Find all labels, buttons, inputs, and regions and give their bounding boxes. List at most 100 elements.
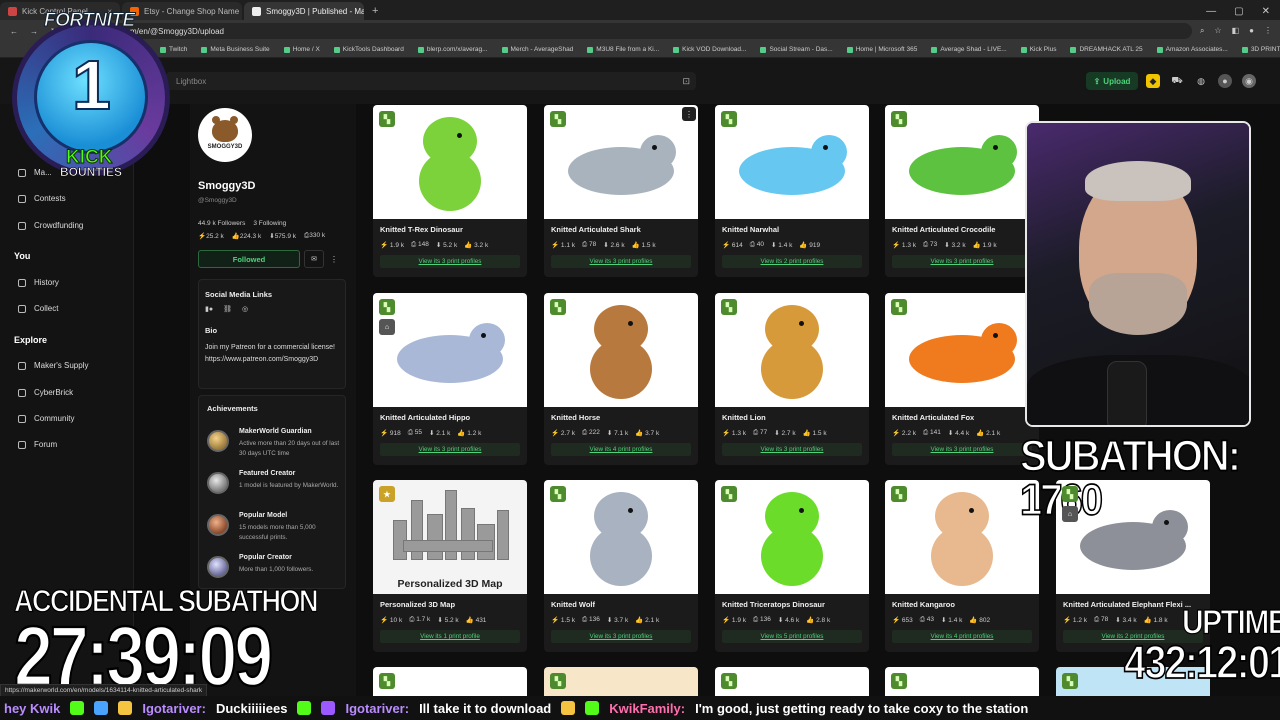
sidebar-item-collect[interactable]: Collect (18, 304, 58, 313)
bookmark-item[interactable]: Home / X (283, 46, 320, 53)
followers-count[interactable]: 44.9 k Followers (198, 220, 245, 227)
zoom-icon[interactable]: ⌕ (1200, 26, 1204, 36)
profile-icon[interactable]: ● (1249, 26, 1254, 36)
sidebar-item-cyberbrick[interactable]: CyberBrick (18, 388, 73, 397)
model-thumbnail[interactable] (885, 105, 1039, 219)
model-card[interactable]: ▚ Knitted Wolf ⚡ 1.5 k ⎙ 136 ⬇ 3.7 k 👍 2.1 k V… (544, 480, 698, 652)
model-card[interactable]: ▚ ⋮ Knitted Articulated Shark ⚡ 1.1 k ⎙ 78 ⬇ … (544, 105, 698, 277)
print-profiles-link[interactable]: View its 1 print profile (380, 630, 520, 643)
print-profiles-link[interactable]: View its 3 print profiles (551, 255, 691, 268)
model-card[interactable]: ▚ Knitted Lion ⚡ 1.3 k ⎙ 77 ⬇ 2.7 k 👍 1.5 k Vi… (715, 293, 869, 465)
url-input[interactable]: makerworld.com/en/@Smoggy3D/upload (68, 23, 1192, 39)
instagram-icon[interactable]: ◎ (242, 305, 248, 313)
print-profiles-link[interactable]: View its 3 print profiles (892, 443, 1032, 456)
model-thumbnail[interactable]: Personalized 3D Map (373, 480, 527, 594)
bookmark-item[interactable]: Kick VOD Download... (673, 46, 746, 53)
search-input[interactable]: Lightbox ⊡ (166, 72, 696, 90)
bookmark-item[interactable]: Average Shad - LIVE... (931, 46, 1007, 53)
sidebar-item-makers-supply[interactable]: Maker's Supply (18, 361, 88, 370)
model-title[interactable]: Knitted Kangaroo (892, 600, 1034, 609)
model-thumbnail[interactable] (715, 105, 869, 219)
close-window-icon[interactable]: ✕ (1262, 6, 1270, 17)
sidebar-item-contests[interactable]: Contests (18, 194, 66, 203)
link-icon[interactable]: ⛓ (223, 305, 232, 313)
tab-smoggy3d[interactable]: Smoggy3D | Published - Maker× (244, 2, 364, 20)
model-card[interactable]: ▚ ⌂ Knitted Articulated Hippo ⚡ 918 ⎙ 55 ⬇ 2.… (373, 293, 527, 465)
model-card[interactable]: ▚ Knitted Narwhal ⚡ 614 ⎙ 40 ⬇ 1.4 k 👍 919 Vie… (715, 105, 869, 277)
model-card[interactable]: ▚ Knitted Kangaroo ⚡ 653 ⎙ 43 ⬇ 1.4 k 👍 802 Vi… (885, 480, 1039, 652)
model-card[interactable]: ▚ Knitted T-Rex Dinosaur ⚡ 1.9 k ⎙ 148 ⬇ 5.2… (373, 105, 527, 277)
following-count[interactable]: 3 Following (253, 220, 286, 227)
bookmark-item[interactable]: Amazon Associates... (1156, 46, 1228, 53)
model-title[interactable]: Knitted Articulated Crocodile (892, 225, 1034, 234)
bookmark-item[interactable]: Social Stream - Das... (760, 46, 833, 53)
print-profiles-link[interactable]: View its 3 print profiles (551, 630, 691, 643)
model-thumbnail[interactable] (544, 480, 698, 594)
model-thumbnail[interactable] (885, 293, 1039, 407)
extensions-icon[interactable]: ◧ (1232, 26, 1240, 36)
bookmark-item[interactable]: Kick Plus (1020, 46, 1056, 53)
model-title[interactable]: Knitted Triceratops Dinosaur (722, 600, 864, 609)
bookmark-item[interactable]: 3D PRINTERS (1241, 46, 1280, 53)
model-title[interactable]: Knitted Lion (722, 413, 864, 422)
bookmark-item[interactable]: M3U8 File from a Ki... (587, 46, 659, 53)
model-card[interactable]: ▚ Knitted Articulated Crocodile ⚡ 1.3 k ⎙ 7… (885, 105, 1039, 277)
print-profiles-link[interactable]: View its 3 print profiles (380, 255, 520, 268)
model-thumbnail[interactable] (373, 105, 527, 219)
print-profiles-link[interactable]: View its 3 print profiles (722, 443, 862, 456)
bookmark-item[interactable]: DREAMHACK ATL 25 (1070, 46, 1143, 53)
sidebar-item-crowdfunding[interactable]: Crowdfunding (18, 221, 83, 230)
print-profiles-link[interactable]: View its 5 print profiles (722, 630, 862, 643)
star-icon[interactable]: ☆ (1214, 26, 1221, 36)
model-card[interactable]: ▚ Knitted Horse ⚡ 2.7 k ⎙ 222 ⬇ 7.1 k 👍 3.7 k… (544, 293, 698, 465)
model-thumbnail[interactable] (715, 480, 869, 594)
more-options-icon[interactable]: ⋮ (327, 250, 341, 268)
bookmark-item[interactable]: KickTools Dashboard (333, 46, 404, 53)
patreon-icon[interactable]: ▮● (205, 305, 213, 313)
model-title[interactable]: Knitted Articulated Fox (892, 413, 1034, 422)
new-tab-icon[interactable]: + (366, 2, 384, 20)
maximize-icon[interactable]: ▢ (1234, 6, 1243, 17)
print-profiles-link[interactable]: View its 4 print profiles (892, 630, 1032, 643)
sidebar-item-forum[interactable]: Forum (18, 440, 57, 449)
sidebar-item-history[interactable]: History (18, 278, 59, 287)
menu-icon[interactable]: ⋮ (1264, 26, 1272, 36)
print-profiles-link[interactable]: View its 3 print profiles (380, 443, 520, 456)
sidebar-item-community[interactable]: Community (18, 414, 74, 423)
bookmark-item[interactable]: Home | Microsoft 365 (846, 46, 917, 53)
bookmark-favicon-icon (587, 46, 594, 53)
model-thumbnail[interactable] (885, 480, 1039, 594)
model-title[interactable]: Personalized 3D Map (380, 600, 522, 609)
followed-button[interactable]: Followed (198, 250, 300, 268)
model-title[interactable]: Knitted Articulated Shark (551, 225, 693, 234)
model-card[interactable]: Personalized 3D Map ★ Personalized 3D Map ⚡… (373, 480, 527, 652)
upload-button[interactable]: ⇪ Upload (1086, 72, 1138, 90)
notification-icon[interactable]: ● (1218, 74, 1232, 88)
coin-icon[interactable]: ◆ (1146, 74, 1160, 88)
bookmark-item[interactable]: blerp.com/x/averag... (417, 46, 488, 53)
message-button[interactable]: ✉ (304, 250, 324, 268)
model-title[interactable]: Knitted T-Rex Dinosaur (380, 225, 522, 234)
globe-icon[interactable]: ◍ (1194, 74, 1208, 88)
model-thumbnail[interactable] (373, 293, 527, 407)
bookmark-item[interactable]: Meta Business Suite (201, 46, 270, 53)
model-thumbnail[interactable] (715, 293, 869, 407)
model-thumbnail[interactable] (544, 293, 698, 407)
print-profiles-link[interactable]: View its 3 print profiles (892, 255, 1032, 268)
card-menu-icon[interactable]: ⋮ (682, 107, 696, 121)
profile-avatar[interactable]: SMOGGY3D (198, 108, 252, 162)
image-search-icon[interactable]: ⊡ (682, 76, 690, 87)
minimize-icon[interactable]: — (1206, 6, 1216, 17)
model-card[interactable]: ▚ Knitted Triceratops Dinosaur ⚡ 1.9 k ⎙ 13… (715, 480, 869, 652)
bookmark-item[interactable]: Merch - AverageShad (501, 46, 573, 53)
print-profiles-link[interactable]: View its 4 print profiles (551, 443, 691, 456)
model-title[interactable]: Knitted Horse (551, 413, 693, 422)
model-title[interactable]: Knitted Narwhal (722, 225, 864, 234)
model-title[interactable]: Knitted Articulated Hippo (380, 413, 522, 422)
model-title[interactable]: Knitted Wolf (551, 600, 693, 609)
print-profiles-link[interactable]: View its 2 print profiles (722, 255, 862, 268)
cart-icon[interactable]: ⛟ (1170, 74, 1184, 88)
avatar[interactable]: ◉ (1242, 74, 1256, 88)
model-thumbnail[interactable] (544, 105, 698, 219)
model-card[interactable]: ▚ Knitted Articulated Fox ⚡ 2.2 k ⎙ 141 ⬇ 4.… (885, 293, 1039, 465)
